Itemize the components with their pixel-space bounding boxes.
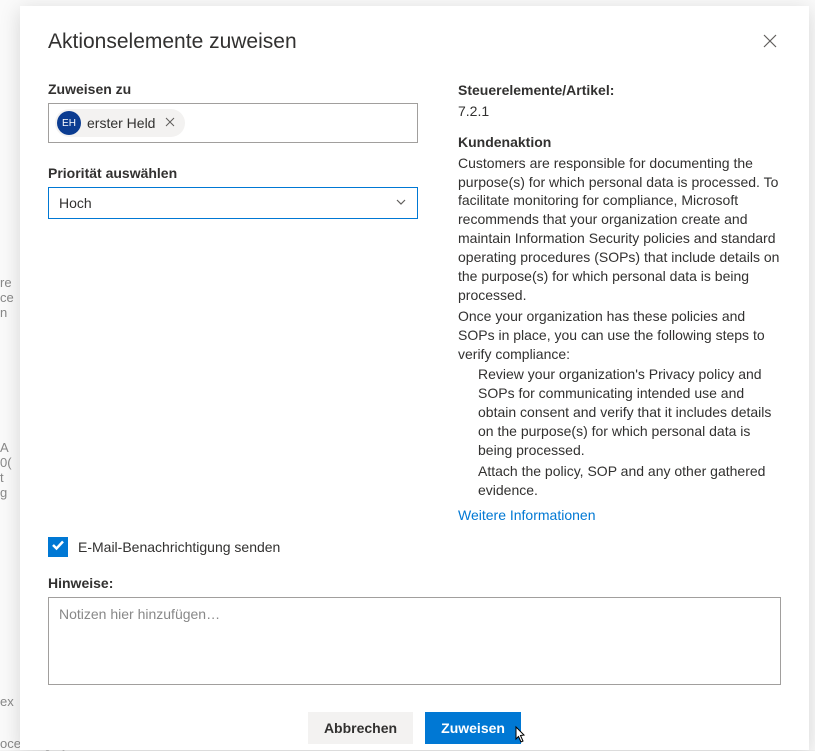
customer-action-step-1: Review your organization's Privacy polic…	[458, 365, 781, 459]
priority-dropdown[interactable]: Hoch	[48, 187, 418, 219]
dialog-header: Aktionselemente zuweisen	[48, 30, 781, 57]
assign-to-label: Zuweisen zu	[48, 81, 418, 97]
assign-action-items-dialog: Aktionselemente zuweisen Zuweisen zu EH …	[20, 6, 809, 750]
cancel-button[interactable]: Abbrechen	[308, 712, 413, 744]
persona-name: erster Held	[87, 115, 155, 131]
assign-button[interactable]: Zuweisen	[425, 712, 521, 744]
customer-action-label: Kundenaktion	[458, 133, 781, 152]
controls-label: Steuerelemente/Artikel:	[458, 81, 781, 100]
close-button[interactable]	[759, 30, 781, 57]
assign-to-input[interactable]: EH erster Held	[48, 103, 418, 143]
bg-fragment: re ce n	[0, 275, 14, 320]
bg-fragment: ex	[0, 694, 14, 709]
dialog-title: Aktionselemente zuweisen	[48, 30, 297, 54]
priority-value: Hoch	[59, 195, 92, 211]
customer-action-text-1: Customers are responsible for documentin…	[458, 154, 781, 305]
persona-chip[interactable]: EH erster Held	[55, 109, 185, 137]
email-notification-label: E-Mail-Benachrichtigung senden	[78, 539, 280, 555]
x-icon	[165, 116, 175, 130]
notes-textarea[interactable]	[48, 597, 781, 685]
info-panel: Steuerelemente/Artikel: 7.2.1 Kundenakti…	[458, 81, 781, 525]
more-info-link[interactable]: Weitere Informationen	[458, 506, 595, 525]
customer-action-step-2: Attach the policy, SOP and any other gat…	[458, 462, 781, 500]
chevron-down-icon	[395, 195, 407, 211]
dialog-footer: Abbrechen Zuweisen	[48, 712, 781, 744]
persona-initials: EH	[57, 111, 81, 135]
notes-label: Hinweise:	[48, 575, 781, 591]
customer-action-text-2: Once your organization has these policie…	[458, 307, 781, 364]
email-notification-checkbox[interactable]	[48, 537, 68, 557]
remove-persona-button[interactable]	[161, 114, 179, 132]
email-notification-row: E-Mail-Benachrichtigung senden	[48, 537, 781, 557]
priority-label: Priorität auswählen	[48, 165, 418, 181]
controls-value: 7.2.1	[458, 102, 781, 121]
checkmark-icon	[51, 538, 65, 555]
bg-fragment: A 0( t g	[0, 440, 12, 500]
close-icon	[763, 35, 777, 52]
